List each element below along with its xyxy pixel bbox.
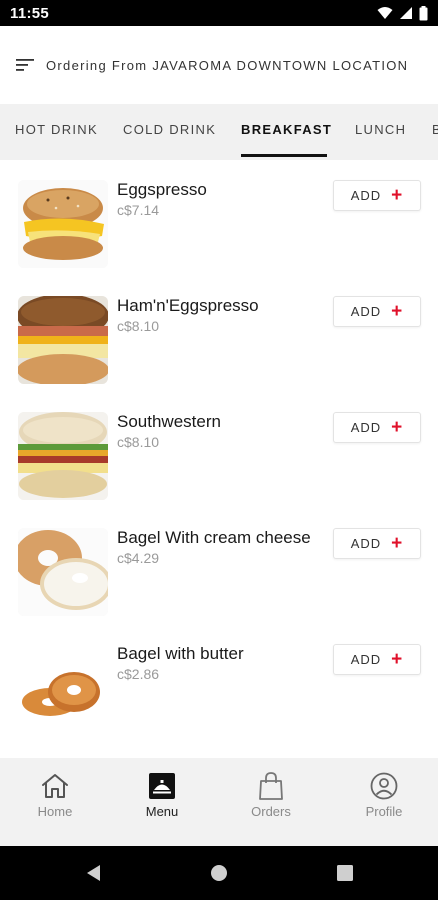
nav-label: Menu — [145, 804, 179, 819]
add-button[interactable]: ADD + — [333, 296, 421, 327]
plus-icon: + — [391, 185, 404, 206]
category-tabs: HOT DRINK COLD DRINK BREAKFAST LUNCH B — [0, 104, 438, 160]
active-tab-indicator — [241, 154, 327, 157]
add-label: ADD — [350, 188, 382, 203]
item-image-ham-n-eggspresso — [18, 296, 108, 384]
add-label: ADD — [350, 652, 382, 667]
menu-icon — [149, 773, 175, 799]
menu-item-list: Eggspresso c$7.14 ADD + Ham'n'Eggspresso… — [0, 160, 438, 758]
location-label: Ordering From JAVAROMA DOWNTOWN LOCATION — [46, 57, 409, 73]
item-price: c$4.29 — [117, 550, 160, 566]
bag-icon — [259, 772, 283, 800]
item-price: c$8.10 — [117, 318, 160, 334]
item-name: Bagel with butter — [117, 644, 244, 663]
status-bar: 11:55 — [0, 0, 438, 26]
plus-icon: + — [391, 417, 404, 438]
nav-orders[interactable]: Orders — [216, 758, 326, 846]
nav-label: Orders — [251, 804, 291, 819]
add-button[interactable]: ADD + — [333, 180, 421, 211]
tab-breakfast[interactable]: BREAKFAST — [241, 104, 332, 160]
status-icons — [377, 5, 428, 21]
add-label: ADD — [350, 420, 382, 435]
list-item[interactable]: Bagel with butter c$2.86 ADD + — [0, 624, 438, 740]
hamburger-icon[interactable] — [16, 58, 34, 72]
item-image-bagel-butter — [18, 644, 108, 732]
add-label: ADD — [350, 536, 382, 551]
signal-icon — [400, 7, 412, 19]
tab-partial[interactable]: B — [432, 104, 438, 160]
add-button[interactable]: ADD + — [333, 644, 421, 675]
item-name: Eggspresso — [117, 180, 207, 199]
item-price: c$8.10 — [117, 434, 160, 450]
nav-menu[interactable]: Menu — [107, 758, 217, 846]
nav-label: Home — [37, 804, 73, 819]
plus-icon: + — [391, 649, 404, 670]
home-icon — [42, 774, 68, 798]
list-item[interactable]: Ham'n'Eggspresso c$8.10 ADD + — [0, 276, 438, 392]
recents-icon[interactable] — [336, 863, 354, 883]
item-name: Southwestern — [117, 412, 221, 431]
list-item[interactable]: Bagel With cream cheese c$4.29 ADD + — [0, 508, 438, 624]
profile-icon — [370, 772, 398, 800]
item-image-southwestern — [18, 412, 108, 500]
item-image-eggspresso — [18, 180, 108, 268]
wifi-icon — [377, 7, 393, 19]
location-header: Ordering From JAVAROMA DOWNTOWN LOCATION — [0, 26, 438, 104]
list-item[interactable]: Southwestern c$8.10 ADD + — [0, 392, 438, 508]
back-icon[interactable] — [84, 863, 102, 883]
tab-hot-drink[interactable]: HOT DRINK — [15, 104, 98, 160]
tab-lunch[interactable]: LUNCH — [355, 104, 406, 160]
nav-label: Profile — [365, 804, 403, 819]
plus-icon: + — [391, 301, 404, 322]
battery-icon — [419, 5, 428, 20]
add-button[interactable]: ADD + — [333, 412, 421, 443]
status-time: 11:55 — [10, 4, 50, 22]
nav-profile[interactable]: Profile — [329, 758, 438, 846]
add-label: ADD — [350, 304, 382, 319]
item-price: c$2.86 — [117, 666, 160, 682]
item-name: Ham'n'Eggspresso — [117, 296, 259, 315]
add-button[interactable]: ADD + — [333, 528, 421, 559]
plus-icon: + — [391, 533, 404, 554]
item-name: Bagel With cream cheese — [117, 528, 311, 547]
home-circle-icon[interactable] — [210, 863, 228, 883]
list-item[interactable]: Eggspresso c$7.14 ADD + — [0, 160, 438, 276]
bottom-nav: Home Menu Orders Profile — [0, 758, 438, 846]
system-nav-bar — [0, 846, 438, 900]
item-image-bagel-cream-cheese — [18, 528, 108, 616]
tab-cold-drink[interactable]: COLD DRINK — [123, 104, 216, 160]
nav-home[interactable]: Home — [0, 758, 110, 846]
item-price: c$7.14 — [117, 202, 160, 218]
